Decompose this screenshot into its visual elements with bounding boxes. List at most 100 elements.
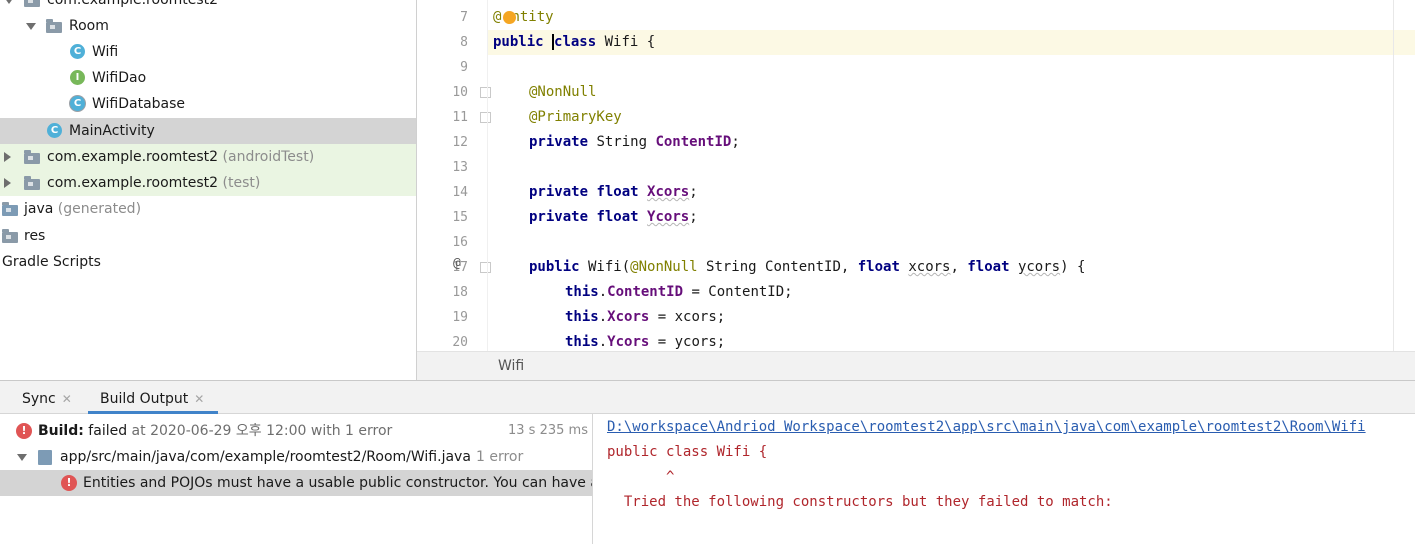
- annotation-entity: ntity: [511, 9, 554, 25]
- keyword: this: [565, 309, 599, 325]
- chevron-down-icon[interactable]: [4, 0, 14, 4]
- field-name: Xcors: [607, 309, 650, 325]
- class-icon: C: [70, 44, 85, 59]
- code-text: ;: [689, 184, 698, 200]
- fold-toggle-icon[interactable]: [480, 262, 491, 273]
- project-tree-panel: com.example.roomtest2 Room C Wifi I Wifi…: [0, 0, 416, 380]
- chevron-right-icon[interactable]: [4, 152, 11, 162]
- tab-label: Build Output: [100, 391, 189, 407]
- field-name: ContentID: [607, 284, 684, 300]
- error-path-link[interactable]: D:\workspace\Andriod Workspace\roomtest2…: [607, 415, 1366, 440]
- error-file-row[interactable]: app/src/main/java/com/example/roomtest2/…: [0, 444, 592, 470]
- annotation: @NonNull: [630, 259, 698, 275]
- build-label: Build:: [38, 423, 84, 439]
- keyword: public: [493, 34, 544, 50]
- java-file-icon: [38, 450, 52, 465]
- abstract-class-icon: C: [70, 96, 85, 111]
- code-line-7: @ ntity: [493, 5, 554, 30]
- fold-toggle-icon[interactable]: [480, 112, 491, 123]
- code-text: = xcors;: [649, 309, 726, 325]
- build-duration: 13 s 235 ms: [508, 423, 588, 438]
- line-number: 11: [452, 110, 468, 125]
- close-icon[interactable]: ✕: [62, 392, 72, 406]
- tree-item-room[interactable]: Room: [0, 13, 416, 39]
- line-number: 18: [452, 285, 468, 300]
- close-icon[interactable]: ✕: [194, 392, 204, 406]
- editor-gutter[interactable]: 7 8 9 10 11 12 13 14 15 16 17 18 19 20 @: [417, 0, 491, 351]
- keyword: private: [529, 134, 589, 150]
- code-editor[interactable]: 7 8 9 10 11 12 13 14 15 16 17 18 19 20 @…: [417, 0, 1415, 380]
- code-line-15: private float Ycors;: [529, 205, 698, 230]
- error-message-row[interactable]: ! Entities and POJOs must have a usable …: [0, 470, 592, 496]
- code-text: ) {: [1060, 259, 1086, 275]
- code-line-17: public Wifi(@NonNull String ContentID, f…: [529, 255, 1085, 280]
- code-line-10: @NonNull: [529, 80, 596, 105]
- keyword: public: [529, 259, 580, 275]
- field-name: Ycors: [607, 334, 650, 350]
- tree-item-gradle-scripts[interactable]: Gradle Scripts: [0, 249, 416, 275]
- class-icon: C: [47, 123, 62, 138]
- code-text: Wifi(: [579, 259, 631, 275]
- console-line: ^: [607, 469, 675, 485]
- chevron-down-icon[interactable]: [17, 454, 27, 461]
- annotation-at: @: [493, 9, 502, 25]
- tree-item-label: Gradle Scripts: [2, 254, 101, 270]
- tree-item-label: com.example.roomtest2: [47, 149, 219, 165]
- package-folder-icon: [24, 176, 40, 190]
- tree-item-suffix: (test): [222, 175, 261, 191]
- override-marker-icon[interactable]: @: [453, 256, 461, 271]
- build-tree-pane: ! Build: failed at 2020-06-29 오후 12:00 w…: [0, 414, 592, 544]
- chevron-right-icon[interactable]: [4, 178, 11, 188]
- line-number: 14: [452, 185, 468, 200]
- tab-build-output[interactable]: Build Output ✕: [100, 381, 204, 414]
- tab-label: Sync: [22, 391, 56, 407]
- build-console[interactable]: D:\workspace\Andriod Workspace\roomtest2…: [593, 414, 1415, 544]
- tree-item-mainactivity[interactable]: C MainActivity: [0, 118, 416, 144]
- build-status-row[interactable]: ! Build: failed at 2020-06-29 오후 12:00 w…: [0, 418, 592, 444]
- line-number: 13: [452, 160, 468, 175]
- code-line-12: private String ContentID;: [529, 130, 740, 155]
- keyword: this: [565, 284, 599, 300]
- field-name: Xcors: [647, 184, 690, 200]
- lightbulb-icon[interactable]: [503, 11, 516, 24]
- interface-icon: I: [70, 70, 85, 85]
- package-folder-icon: [46, 19, 62, 33]
- gutter-divider: [487, 0, 488, 351]
- annotation: @NonNull: [529, 84, 597, 100]
- right-margin-guide: [1393, 0, 1394, 351]
- error-message: Entities and POJOs must have a usable pu…: [83, 475, 592, 491]
- package-folder-icon: [24, 0, 40, 7]
- keyword: float: [596, 209, 639, 225]
- file-error-count: 1 error: [476, 449, 524, 465]
- code-text: .: [598, 309, 608, 325]
- tree-item-package-main[interactable]: com.example.roomtest2: [0, 0, 416, 13]
- tree-item-package-test[interactable]: com.example.roomtest2 (test): [0, 170, 416, 196]
- build-detail: at 2020-06-29 오후 12:00 with 1 error: [127, 423, 393, 439]
- code-line-14: private float Xcors;: [529, 180, 698, 205]
- editor-breadcrumb-bar: Wifi: [417, 351, 1415, 380]
- chevron-down-icon[interactable]: [26, 23, 36, 30]
- breadcrumb-item[interactable]: Wifi: [498, 358, 524, 374]
- tree-item-wifi[interactable]: C Wifi: [0, 39, 416, 65]
- line-number: 8: [460, 35, 468, 50]
- tree-item-wifidao[interactable]: I WifiDao: [0, 65, 416, 91]
- tree-item-res[interactable]: res: [0, 223, 416, 249]
- fold-toggle-icon[interactable]: [480, 87, 491, 98]
- parameter-name: ycors: [1017, 259, 1061, 275]
- tree-item-package-androidtest[interactable]: com.example.roomtest2 (androidTest): [0, 144, 416, 170]
- error-icon: !: [61, 475, 77, 491]
- generated-folder-icon: [2, 202, 18, 216]
- tree-item-label: Room: [69, 18, 109, 34]
- line-number: 15: [452, 210, 468, 225]
- tab-sync[interactable]: Sync ✕: [22, 381, 72, 414]
- line-number: 9: [460, 60, 468, 75]
- console-line: Tried the following constructors but the…: [607, 494, 1113, 510]
- field-name: ContentID: [655, 134, 732, 150]
- tree-item-label: com.example.roomtest2: [47, 175, 219, 191]
- tree-item-label: WifiDatabase: [92, 96, 186, 112]
- build-status: failed: [83, 423, 128, 439]
- tree-item-wifidatabase[interactable]: C WifiDatabase: [0, 91, 416, 117]
- line-number: 12: [452, 135, 468, 150]
- tree-item-java-generated[interactable]: java (generated): [0, 196, 416, 222]
- annotation: @PrimaryKey: [529, 109, 622, 125]
